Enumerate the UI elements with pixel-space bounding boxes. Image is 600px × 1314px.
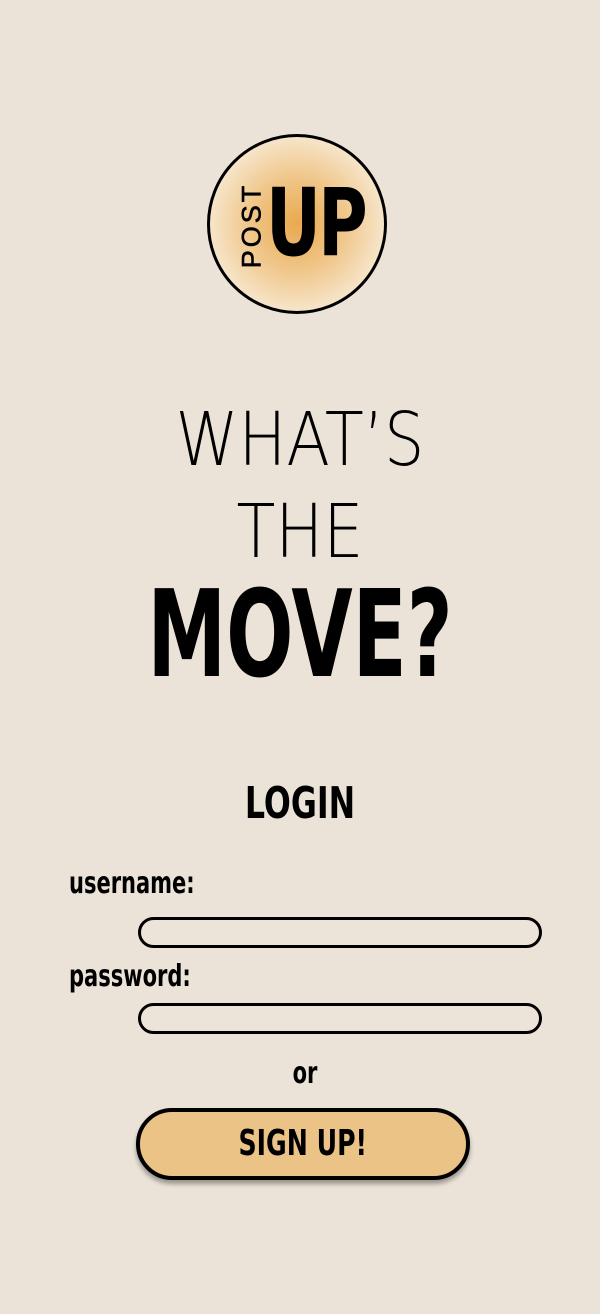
- password-label: password:: [69, 959, 191, 994]
- or-separator: or: [292, 1056, 318, 1091]
- headline-line-2: THE: [236, 489, 364, 575]
- headline-line-3: MOVE?: [147, 566, 453, 705]
- login-title: LOGIN: [244, 778, 356, 829]
- logo-post-label: POST: [236, 182, 267, 268]
- password-input[interactable]: [138, 1003, 542, 1034]
- signup-button[interactable]: SIGN UP!: [136, 1108, 470, 1180]
- username-input[interactable]: [138, 917, 542, 948]
- logo-up-text: UP: [266, 169, 368, 278]
- username-label: username:: [69, 866, 195, 901]
- signup-button-label: SIGN UP!: [238, 1123, 368, 1164]
- app-logo: POST UP: [207, 134, 387, 314]
- logo-post-text: POST: [236, 137, 267, 311]
- headline-line-1: WHAT’S: [175, 397, 425, 483]
